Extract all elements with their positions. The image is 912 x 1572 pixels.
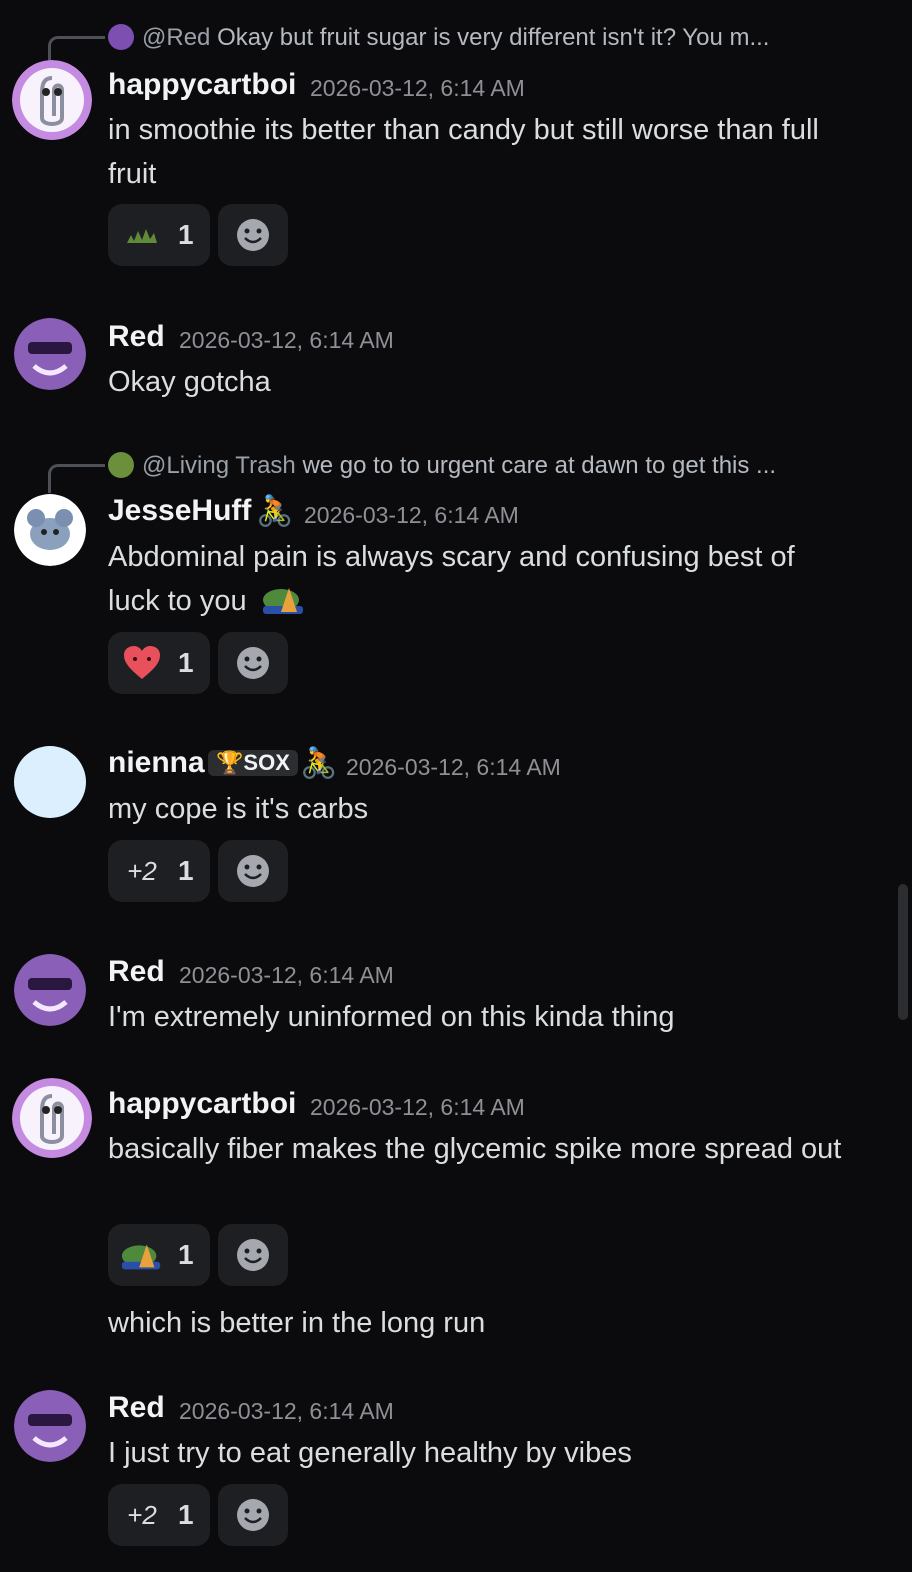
smiley-icon	[237, 219, 269, 251]
reaction-button[interactable]: +2 1	[108, 840, 210, 902]
reply-text: Okay but fruit sugar is very different i…	[217, 24, 770, 51]
heart-face-emoji-icon	[120, 645, 164, 681]
guild-tag-label: SOX	[243, 750, 290, 775]
reaction-button[interactable]: 1	[108, 204, 210, 266]
timestamp: 2026-03-12, 6:14 AM	[179, 327, 394, 353]
timestamp: 2026-03-12, 6:14 AM	[310, 75, 525, 101]
timestamp: 2026-03-12, 6:14 AM	[310, 1094, 525, 1120]
frog-cone-emoji-icon	[261, 582, 307, 629]
username[interactable]: happycartboi	[108, 68, 296, 102]
avatar-red[interactable]	[14, 318, 86, 390]
reply-connector	[48, 464, 105, 493]
message-text-content: Abdominal pain is always scary and confu…	[108, 541, 795, 617]
username[interactable]: Red	[108, 320, 165, 354]
reaction-emoji-plus-two: +2	[127, 1499, 157, 1530]
cyclist-status-icon: 🚴	[300, 747, 338, 780]
add-reaction-button[interactable]	[218, 204, 288, 266]
timestamp: 2026-03-12, 6:14 AM	[346, 754, 561, 780]
add-reaction-button[interactable]	[218, 1484, 288, 1546]
reaction-count: 1	[178, 647, 194, 678]
trophy-icon: 🏆	[216, 750, 244, 775]
smiley-icon	[237, 855, 269, 887]
avatar-red[interactable]	[14, 1390, 86, 1462]
reply-avatar-red	[108, 24, 134, 50]
username[interactable]: Red	[108, 1391, 165, 1425]
scrollbar-thumb[interactable]	[898, 884, 908, 1020]
timestamp: 2026-03-12, 6:14 AM	[179, 1398, 394, 1424]
add-reaction-button[interactable]	[218, 1224, 288, 1286]
grass-emoji-icon	[120, 225, 164, 245]
reaction-count: 1	[178, 855, 194, 886]
reaction-emoji-plus-two: +2	[127, 855, 157, 886]
smiley-icon	[237, 647, 269, 679]
add-reaction-button[interactable]	[218, 632, 288, 694]
message-text: Abdominal pain is always scary and confu…	[108, 535, 848, 629]
timestamp: 2026-03-12, 6:14 AM	[304, 502, 519, 528]
reply-avatar-living-trash	[108, 452, 134, 478]
add-reaction-button[interactable]	[218, 840, 288, 902]
avatar-red[interactable]	[14, 954, 86, 1026]
reaction-button[interactable]: 1	[108, 1224, 210, 1286]
smiley-icon	[237, 1239, 269, 1271]
reply-preview[interactable]: @Living Trash we go to to urgent care at…	[108, 452, 776, 480]
frog-cone-emoji-icon	[120, 1238, 164, 1272]
smiley-icon	[237, 1499, 269, 1531]
message-text-followup: which is better in the long run	[108, 1307, 486, 1339]
message-text: I'm extremely uninformed on this kinda t…	[108, 1001, 675, 1033]
username[interactable]: happycartboi	[108, 1087, 296, 1121]
message-text: basically fiber makes the glycemic spike…	[108, 1133, 842, 1165]
message-text: Okay gotcha	[108, 366, 271, 398]
reaction-button[interactable]: 1	[108, 632, 210, 694]
cyclist-status-icon: 🚴	[256, 495, 294, 528]
reply-mention: @Red	[142, 24, 211, 51]
reaction-count: 1	[178, 1499, 194, 1530]
reply-preview[interactable]: @Red Okay but fruit sugar is very differ…	[108, 24, 769, 52]
guild-tag[interactable]: 🏆SOX	[208, 750, 298, 779]
message-text: I just try to eat generally healthy by v…	[108, 1437, 632, 1469]
reply-text: we go to to urgent care at dawn to get t…	[302, 452, 777, 479]
avatar-jessehuff[interactable]	[14, 494, 86, 566]
reaction-count: 1	[178, 1239, 194, 1270]
avatar-nienna[interactable]	[14, 746, 86, 818]
reaction-button[interactable]: +2 1	[108, 1484, 210, 1546]
username[interactable]: nienna	[108, 746, 205, 780]
username[interactable]: Red	[108, 955, 165, 989]
message-text: my cope is it's carbs	[108, 793, 369, 825]
avatar-happycartboi[interactable]	[12, 60, 92, 140]
username[interactable]: JesseHuff	[108, 494, 251, 528]
avatar-happycartboi[interactable]	[12, 1078, 92, 1158]
message-text: in smoothie its better than candy but st…	[108, 114, 819, 190]
timestamp: 2026-03-12, 6:14 AM	[179, 962, 394, 988]
reply-mention: @Living Trash	[142, 452, 296, 479]
reaction-count: 1	[178, 219, 194, 250]
